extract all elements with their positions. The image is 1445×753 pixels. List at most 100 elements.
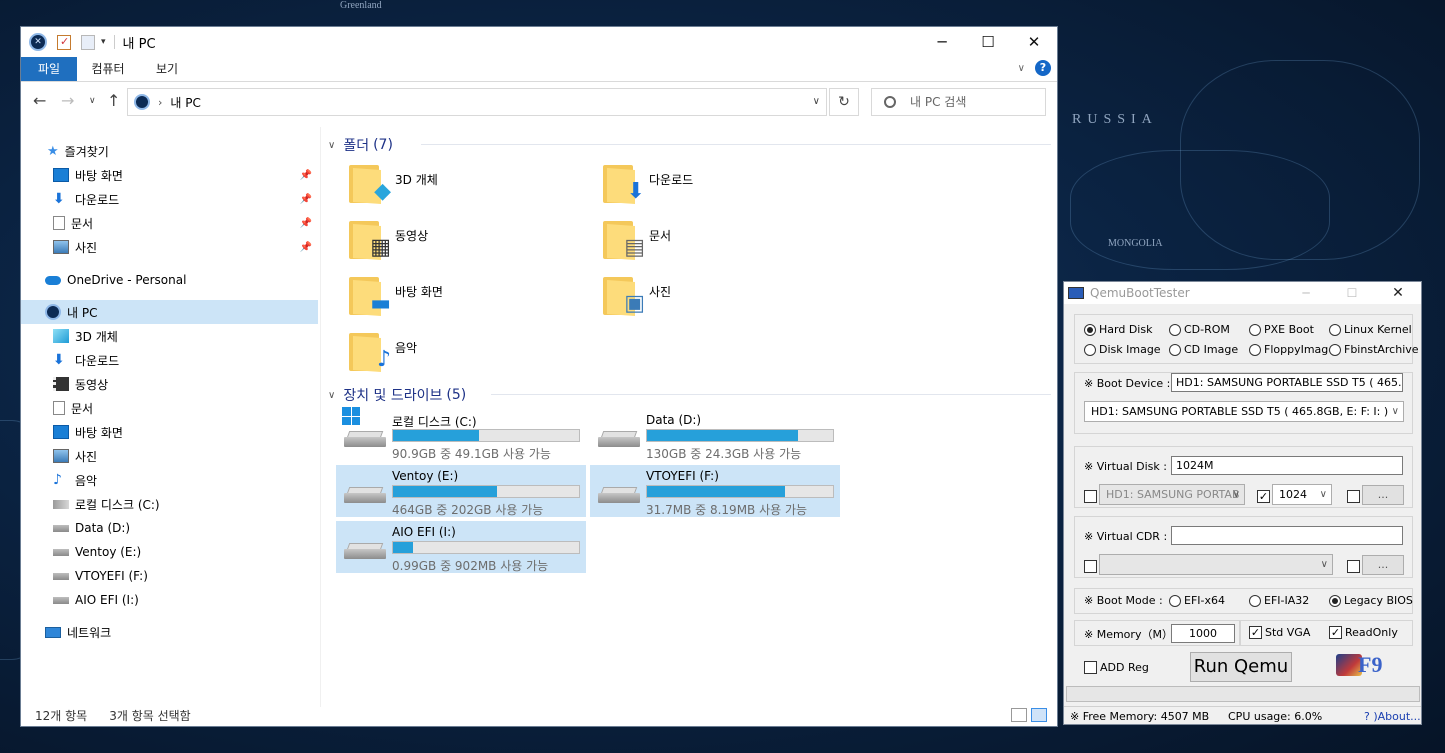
folder-desktop[interactable]: ▬ 바탕 화면: [343, 271, 583, 323]
radio-cd-rom[interactable]: CD-ROM: [1169, 323, 1230, 336]
nav-item-drive-f[interactable]: VTOYEFI (F:): [21, 564, 318, 588]
pin-icon[interactable]: 📌: [300, 242, 312, 253]
tab-view[interactable]: 보기: [145, 57, 189, 81]
address-bar[interactable]: › 내 PC ∨: [127, 88, 827, 116]
radio-button[interactable]: [1084, 343, 1096, 356]
drive-tile-c[interactable]: 로컬 디스크 (C:) 90.9GB 중 49.1GB 사용 가능: [336, 407, 586, 461]
help-icon[interactable]: ?: [1035, 60, 1051, 76]
radio-disk-image[interactable]: Disk Image: [1084, 343, 1161, 356]
pin-icon[interactable]: 📌: [300, 218, 312, 229]
nav-item-drive-e[interactable]: Ventoy (E:): [21, 540, 318, 564]
folder-documents[interactable]: ▤ 문서: [597, 215, 837, 267]
maximize-button[interactable]: ☐: [965, 27, 1011, 57]
add-reg-checkbox[interactable]: ADD Reg: [1084, 661, 1149, 674]
nav-item-pictures[interactable]: 사진: [21, 444, 318, 468]
tiles-view-icon[interactable]: [1031, 708, 1047, 722]
nav-item-3d-objects[interactable]: 3D 개체: [21, 324, 318, 348]
expand-ribbon-chevron-icon[interactable]: ∨: [1018, 63, 1025, 74]
virtual-cdr-enable-checkbox[interactable]: [1084, 560, 1097, 573]
pane-divider[interactable]: [320, 127, 321, 707]
minimize-button[interactable]: ─: [1283, 282, 1329, 304]
address-dropdown-chevron-icon[interactable]: ∨: [813, 96, 820, 107]
radio-button[interactable]: [1329, 323, 1341, 336]
customize-toolbar-chevron-icon[interactable]: ▾: [101, 37, 106, 47]
nav-item-desktop-pinned[interactable]: 바탕 화면 📌: [21, 163, 318, 187]
about-link[interactable]: ? )About...: [1364, 710, 1421, 723]
nav-item-downloads-pinned[interactable]: ⬇ 다운로드 📌: [21, 187, 318, 211]
virtual-disk-enable-checkbox[interactable]: [1084, 490, 1097, 503]
radio-floppy-image[interactable]: FloppyImage: [1249, 343, 1335, 356]
nav-item-this-pc[interactable]: 내 PC: [21, 300, 318, 324]
collapse-chevron-icon[interactable]: ∨: [328, 390, 335, 401]
boot-device-select[interactable]: HD1: SAMSUNG PORTABLE SSD T5 ( 465.8GB, …: [1084, 401, 1404, 422]
close-button[interactable]: ✕: [1375, 282, 1421, 304]
memory-field[interactable]: 1000: [1171, 624, 1235, 643]
std-vga-checkbox[interactable]: ✓ Std VGA: [1249, 626, 1310, 639]
virtual-disk-browse-checkbox[interactable]: [1347, 490, 1360, 503]
virtual-disk-size-select[interactable]: 1024 ∨: [1272, 484, 1332, 505]
checkbox[interactable]: ✓: [1329, 626, 1342, 639]
virtual-cdr-field[interactable]: [1171, 526, 1403, 545]
forward-arrow-icon[interactable]: →: [61, 91, 74, 110]
drive-tile-f[interactable]: VTOYEFI (F:) 31.7MB 중 8.19MB 사용 가능: [590, 465, 840, 517]
nav-item-music[interactable]: ♪ 음악: [21, 468, 318, 492]
recent-locations-chevron-icon[interactable]: ∨: [89, 96, 96, 106]
folder-music[interactable]: ♪ 음악: [343, 327, 583, 379]
breadcrumb[interactable]: 내 PC: [170, 94, 200, 111]
nav-item-onedrive[interactable]: OneDrive - Personal: [21, 268, 318, 292]
radio-legacy-bios[interactable]: Legacy BIOS: [1329, 594, 1413, 607]
radio-linux-kernel[interactable]: Linux Kernel: [1329, 323, 1412, 336]
tab-file[interactable]: 파일: [21, 57, 77, 81]
refresh-button[interactable]: ↻: [829, 88, 859, 116]
drive-tile-i[interactable]: AIO EFI (I:) 0.99GB 중 902MB 사용 가능: [336, 521, 586, 573]
drive-tile-e[interactable]: Ventoy (E:) 464GB 중 202GB 사용 가능: [336, 465, 586, 517]
virtual-disk-size-checkbox[interactable]: ✓: [1257, 490, 1270, 503]
virtual-cdr-browse-button[interactable]: ...: [1362, 555, 1404, 575]
radio-fbinst-archive[interactable]: FbinstArchive: [1329, 343, 1419, 356]
radio-hard-disk[interactable]: Hard Disk: [1084, 323, 1152, 336]
nav-quick-access[interactable]: ★ 즐겨찾기: [21, 139, 318, 163]
virtual-disk-browse-button[interactable]: ...: [1362, 485, 1404, 505]
virtual-disk-field[interactable]: 1024M: [1171, 456, 1403, 475]
pin-icon[interactable]: 📌: [300, 170, 312, 181]
boot-device-field[interactable]: HD1: SAMSUNG PORTABLE SSD T5 ( 465.8GB,: [1171, 373, 1403, 392]
folder-videos[interactable]: ▦ 동영상: [343, 215, 583, 267]
nav-item-drive-i[interactable]: AIO EFI (I:): [21, 588, 318, 612]
radio-button[interactable]: [1329, 343, 1341, 356]
search-input[interactable]: [910, 95, 1030, 109]
radio-button[interactable]: [1329, 594, 1341, 607]
read-only-checkbox[interactable]: ✓ ReadOnly: [1329, 626, 1398, 639]
radio-cd-image[interactable]: CD Image: [1169, 343, 1238, 356]
folder-pictures[interactable]: ▣ 사진: [597, 271, 837, 323]
breadcrumb-chevron-icon[interactable]: ›: [158, 96, 162, 109]
nav-item-pictures-pinned[interactable]: 사진 📌: [21, 235, 318, 259]
radio-button[interactable]: [1169, 594, 1181, 607]
radio-button[interactable]: [1249, 343, 1261, 356]
checkbox[interactable]: ✓: [1249, 626, 1262, 639]
properties-icon[interactable]: [57, 34, 71, 50]
virtual-cdr-select[interactable]: ∨: [1099, 554, 1333, 575]
up-arrow-icon[interactable]: ↑: [107, 91, 120, 110]
details-view-icon[interactable]: [1011, 708, 1027, 722]
tab-computer[interactable]: 컴퓨터: [83, 57, 133, 81]
checkbox[interactable]: [1084, 661, 1097, 674]
radio-pxe-boot[interactable]: PXE Boot: [1249, 323, 1314, 336]
close-button[interactable]: ✕: [1011, 27, 1057, 57]
this-pc-icon[interactable]: ✕: [29, 33, 47, 51]
radio-button[interactable]: [1084, 323, 1096, 336]
nav-item-desktop[interactable]: 바탕 화면: [21, 420, 318, 444]
run-qemu-button[interactable]: Run Qemu: [1190, 652, 1292, 682]
drives-group-header[interactable]: ∨ 장치 및 드라이브 (5): [328, 385, 466, 405]
radio-button[interactable]: [1249, 323, 1261, 336]
virtual-disk-select[interactable]: HD1: SAMSUNG PORTAB ∨: [1099, 484, 1245, 505]
radio-efi-ia32[interactable]: EFI-IA32: [1249, 594, 1309, 607]
nav-item-network[interactable]: 네트워크: [21, 620, 318, 644]
f9-logo[interactable]: F9: [1336, 652, 1396, 680]
virtual-cdr-browse-checkbox[interactable]: [1347, 560, 1360, 573]
folders-group-header[interactable]: ∨ 폴더 (7): [328, 135, 393, 155]
radio-button[interactable]: [1249, 594, 1261, 607]
nav-item-drive-d[interactable]: Data (D:): [21, 516, 318, 540]
nav-item-documents[interactable]: 문서: [21, 396, 318, 420]
minimize-button[interactable]: ─: [919, 27, 965, 57]
new-folder-icon[interactable]: [81, 34, 95, 50]
